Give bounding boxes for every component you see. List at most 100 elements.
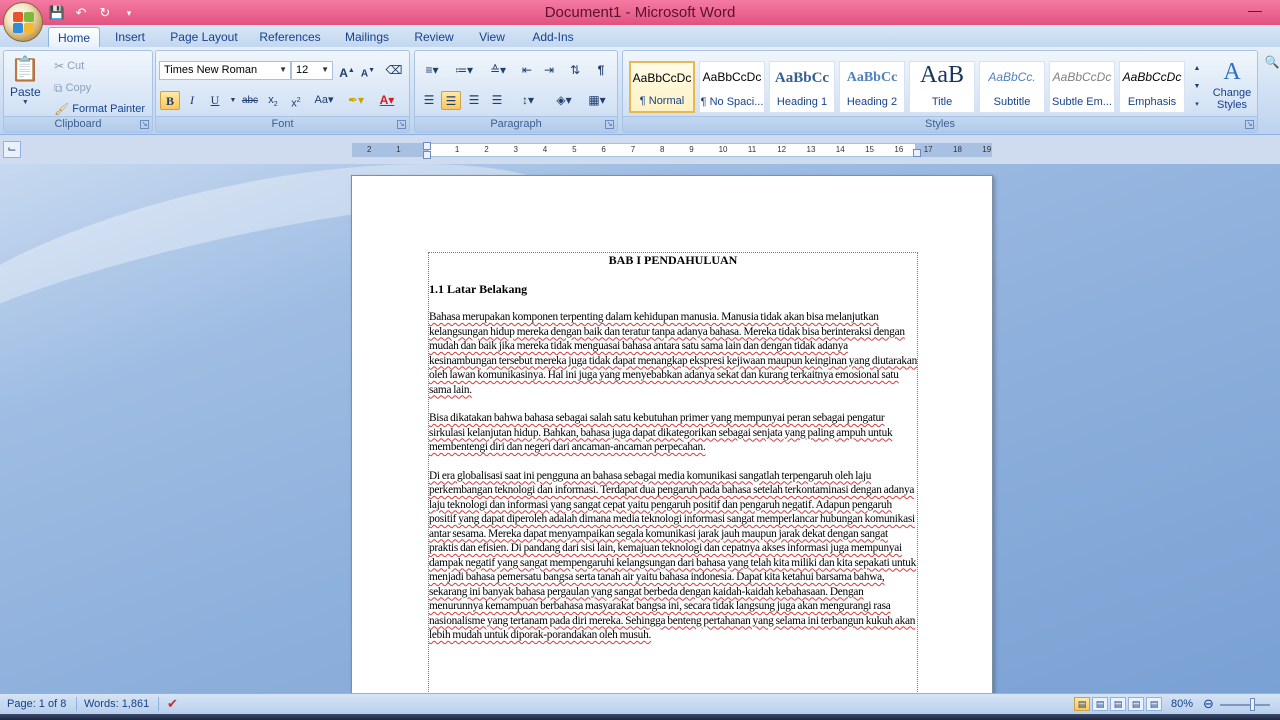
page-count[interactable]: Page: 1 of 8 [7, 698, 66, 710]
tab-insert[interactable]: Insert [108, 27, 152, 47]
draft-icon[interactable]: ▤ [1146, 697, 1162, 711]
font-size-combo[interactable]: 12 ▼ [291, 61, 333, 80]
line-spacing-icon[interactable]: ↕▾ [513, 91, 543, 110]
align-right-icon[interactable]: ☰ [464, 91, 484, 110]
show-formatting-icon[interactable]: ¶ [591, 61, 611, 80]
status-bar: Page: 1 of 8 Words: 1,861 ✔ ▤ ▤ ▤ ▤ ▤ 80… [0, 693, 1280, 714]
right-indent-icon[interactable] [913, 149, 921, 157]
minimize-icon[interactable]: — [1248, 2, 1262, 18]
align-left-icon[interactable]: ☰ [419, 91, 439, 110]
tab-selector-icon[interactable]: ⌙ [3, 141, 21, 158]
web-layout-icon[interactable]: ▤ [1110, 697, 1126, 711]
ruler-tick-label: 18 [953, 145, 962, 154]
ribbon: 📋 Paste ▼ ✂ Cut ⧉ Copy 🖌 Format Painter … [0, 47, 1280, 135]
style-emphasis[interactable]: AaBbCcDc Emphasis [1119, 61, 1185, 113]
superscript-icon[interactable]: x2 [286, 91, 306, 110]
ruler-tick-label: 6 [601, 145, 606, 154]
customize-qat-icon[interactable]: ▾ [120, 4, 138, 22]
align-center-icon[interactable]: ☰ [441, 91, 461, 110]
decrease-indent-icon[interactable]: ⇤ [517, 61, 537, 80]
horizontal-ruler[interactable]: 21112345678910111213141516171819 [352, 142, 992, 159]
highlight-icon[interactable]: ✒▾ [344, 91, 368, 110]
chevron-down-icon: ▼ [279, 65, 287, 74]
styles-scroll-down-icon[interactable]: ▼ [1191, 79, 1203, 95]
style-title[interactable]: AaB Title [909, 61, 975, 113]
dialog-launcher-icon[interactable]: ↘ [605, 120, 614, 129]
outline-icon[interactable]: ▤ [1128, 697, 1144, 711]
strikethrough-icon[interactable]: abc [240, 91, 260, 110]
zoom-slider[interactable] [1220, 704, 1270, 706]
hanging-indent-icon[interactable] [423, 151, 431, 159]
paragraph: Di era globalisasi saat ini pengguna an … [429, 469, 917, 642]
save-icon[interactable]: 💾 [48, 4, 66, 22]
style-subtitle[interactable]: AaBbCc. Subtitle [979, 61, 1045, 113]
tab-home[interactable]: Home [48, 27, 100, 47]
tab-page-layout[interactable]: Page Layout [166, 27, 242, 47]
dialog-launcher-icon[interactable]: ↘ [140, 120, 149, 129]
find-icon[interactable]: 🔍 [1262, 53, 1280, 72]
shading-icon[interactable]: ◈▾ [549, 91, 579, 110]
undo-icon[interactable]: ↶ [72, 4, 90, 22]
style-subtle-emphasis[interactable]: AaBbCcDc Subtle Em... [1049, 61, 1115, 113]
justify-icon[interactable]: ☰ [487, 91, 507, 110]
document-body[interactable]: BAB I PENDAHULUAN 1.1 Latar Belakang Bah… [428, 252, 918, 693]
paragraph: Bahasa merupakan komponen terpenting dal… [429, 311, 917, 396]
tab-references[interactable]: References [254, 27, 326, 47]
ruler-tick-label: 4 [542, 145, 548, 154]
zoom-slider-thumb[interactable] [1250, 698, 1255, 711]
proofing-icon[interactable]: ✔ [167, 696, 178, 712]
redo-icon[interactable]: ↻ [96, 4, 114, 22]
dialog-launcher-icon[interactable]: ↘ [1245, 120, 1254, 129]
style-heading-2[interactable]: AaBbCc Heading 2 [839, 61, 905, 113]
styles-group: AaBbCcDc ¶ Normal AaBbCcDc ¶ No Spaci...… [622, 50, 1258, 133]
font-name-combo[interactable]: Times New Roman ▼ [159, 61, 291, 80]
style-heading-1[interactable]: AaBbCc Heading 1 [769, 61, 835, 113]
bullets-icon[interactable]: ≡▾ [419, 61, 445, 80]
first-line-indent-icon[interactable] [423, 142, 431, 150]
italic-icon[interactable]: I [182, 91, 202, 110]
underline-icon[interactable]: U [205, 91, 225, 110]
multilevel-list-icon[interactable]: ≙▾ [483, 61, 513, 80]
office-logo-icon [13, 12, 35, 34]
styles-more-icon[interactable]: ▾ [1191, 97, 1203, 113]
office-button[interactable] [3, 2, 43, 42]
borders-icon[interactable]: ▦▾ [583, 91, 611, 110]
ruler-tick-label: 14 [835, 145, 845, 154]
tab-view[interactable]: View [472, 27, 512, 47]
cut-button[interactable]: ✂ Cut [54, 58, 84, 74]
word-count[interactable]: Words: 1,861 [84, 698, 149, 710]
paste-button[interactable]: 📋 Paste ▼ [10, 55, 41, 107]
font-color-icon[interactable]: A▾ [374, 91, 400, 110]
ruler-tick-label: 5 [572, 145, 577, 154]
ruler-tick-label: 16 [894, 145, 904, 154]
paragraph: Bisa dikatakan bahwa bahasa sebagai sala… [429, 412, 893, 453]
tab-add-ins[interactable]: Add-Ins [526, 27, 580, 47]
full-screen-reading-icon[interactable]: ▤ [1092, 697, 1108, 711]
copy-button[interactable]: ⧉ Copy [54, 80, 91, 96]
tab-mailings[interactable]: Mailings [338, 27, 396, 47]
styles-scroll-up-icon[interactable]: ▲ [1191, 61, 1203, 77]
numbering-icon[interactable]: ≔▾ [451, 61, 477, 80]
ruler-tick-label: 13 [806, 145, 816, 154]
format-painter-button[interactable]: 🖌 Format Painter [54, 101, 145, 117]
style-no-spacing[interactable]: AaBbCcDc ¶ No Spaci... [699, 61, 765, 113]
print-layout-icon[interactable]: ▤ [1074, 697, 1090, 711]
left-margin [353, 144, 427, 156]
dialog-launcher-icon[interactable]: ↘ [397, 120, 406, 129]
shrink-font-icon[interactable]: A▼ [358, 61, 378, 80]
increase-indent-icon[interactable]: ⇥ [539, 61, 559, 80]
sort-icon[interactable]: ⇅ [565, 61, 585, 80]
change-styles-button[interactable]: A Change Styles [1209, 57, 1255, 111]
tab-review[interactable]: Review [410, 27, 458, 47]
bold-icon[interactable]: B [160, 91, 180, 110]
change-case-icon[interactable]: Aa▾ [311, 91, 337, 110]
document-page[interactable]: BAB I PENDAHULUAN 1.1 Latar Belakang Bah… [351, 175, 993, 693]
zoom-level[interactable]: 80% [1171, 698, 1193, 710]
ribbon-tabs: Home Insert Page Layout References Maili… [0, 25, 1280, 47]
grow-font-icon[interactable]: A▲ [337, 61, 357, 80]
subscript-icon[interactable]: x2 [263, 91, 283, 110]
clear-formatting-icon[interactable]: ⌫ [384, 61, 404, 80]
zoom-out-icon[interactable]: ⊖ [1203, 696, 1214, 712]
chevron-down-icon: ▼ [321, 65, 329, 74]
style-normal[interactable]: AaBbCcDc ¶ Normal [629, 61, 695, 113]
